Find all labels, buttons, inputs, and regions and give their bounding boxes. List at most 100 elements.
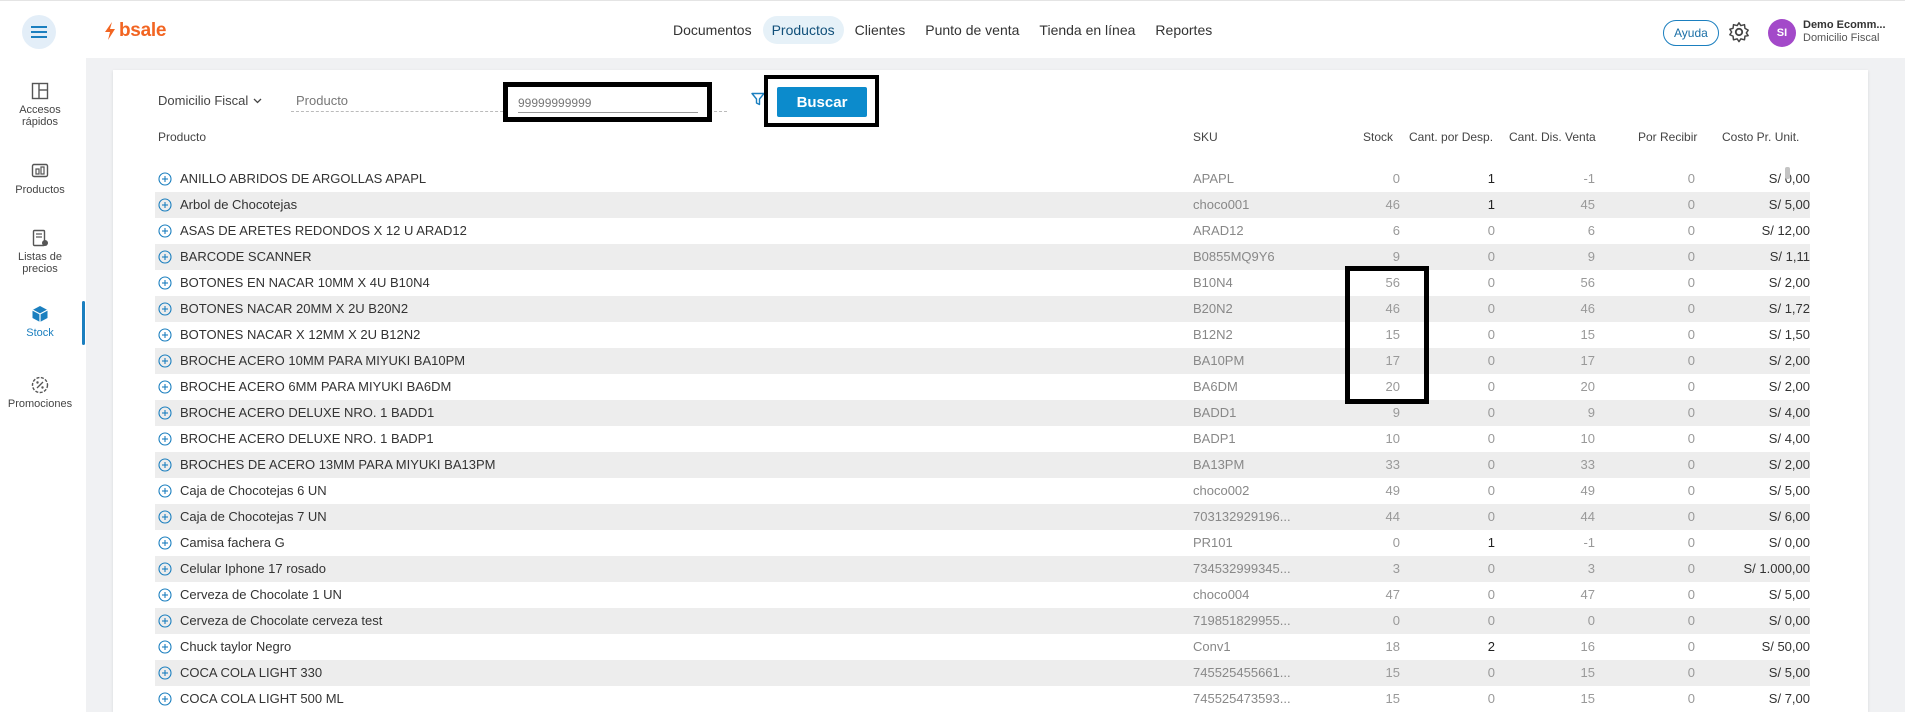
table-row[interactable]: Chuck taylor Negro Conv1 18 2 16 0 S/ 50,00: [155, 634, 1810, 660]
sidebar-item-accesos-rapidos[interactable]: Accesos rápidos: [0, 82, 80, 128]
scrollbar-thumb[interactable]: [1785, 167, 1790, 179]
sidebar-item-label: Listas de precios: [17, 251, 63, 275]
expand-plus-icon[interactable]: [158, 224, 172, 238]
expand-plus-icon[interactable]: [158, 458, 172, 472]
table-row[interactable]: BROCHE ACERO DELUXE NRO. 1 BADD1 BADD1 9 0 9…: [155, 400, 1810, 426]
user-branch: Domicilio Fiscal: [1803, 32, 1880, 44]
venta-value: 16: [1580, 639, 1595, 654]
table-row[interactable]: BROCHE ACERO 6MM PARA MIYUKI BA6DM BA6DM 2…: [155, 374, 1810, 400]
table-row[interactable]: ASAS DE ARETES REDONDOS X 12 U ARAD12 ARA…: [155, 218, 1810, 244]
product-sku: choco004: [1193, 587, 1250, 602]
cost-value: S/ 6,00: [1768, 509, 1810, 524]
cost-value: S/ 1,72: [1768, 301, 1810, 316]
expand-plus-icon[interactable]: [158, 302, 172, 316]
table-row[interactable]: Camisa fachera G PR101 0 1 -1 0 S/ 0,00: [155, 530, 1810, 556]
expand-plus-icon[interactable]: [158, 484, 172, 498]
venta-value: 46: [1580, 301, 1595, 316]
nav-tienda-en-linea[interactable]: Tienda en línea: [1030, 16, 1144, 44]
table-row[interactable]: BROCHE ACERO 10MM PARA MIYUKI BA10PM BA10…: [155, 348, 1810, 374]
table-row[interactable]: BROCHE ACERO DELUXE NRO. 1 BADP1 BADP1 10 0…: [155, 426, 1810, 452]
help-button[interactable]: Ayuda: [1663, 20, 1719, 46]
table-row[interactable]: Celular Iphone 17 rosado 734532999345... 3…: [155, 556, 1810, 582]
table-row[interactable]: Cerveza de Chocolate 1 UN choco004 47 0 47 0 S…: [155, 582, 1810, 608]
hamburger-icon: [31, 26, 47, 38]
top-bar: bsale Documentos Productos Clientes Punt…: [0, 0, 1905, 58]
stock-value: 47: [1385, 587, 1400, 602]
table-row[interactable]: Caja de Chocotejas 7 UN 703132929196... 44…: [155, 504, 1810, 530]
bsale-logo[interactable]: bsale: [104, 20, 166, 42]
expand-plus-icon[interactable]: [158, 640, 172, 654]
expand-plus-icon[interactable]: [158, 588, 172, 602]
header-sku: SKU: [1193, 130, 1218, 144]
venta-value: 49: [1580, 483, 1595, 498]
nav-documentos[interactable]: Documentos: [664, 16, 761, 44]
product-name: Cerveza de Chocolate 1 UN: [180, 587, 342, 602]
cost-value: S/ 1,11: [1769, 249, 1810, 264]
table-body: ANILLO ABRIDOS DE ARGOLLAS APAPL APAPL 0 1 -…: [155, 166, 1810, 712]
expand-plus-icon[interactable]: [158, 692, 172, 706]
expand-plus-icon[interactable]: [158, 276, 172, 290]
filter-icon[interactable]: [751, 92, 765, 106]
code-input[interactable]: [518, 93, 698, 113]
product-sku: PR101: [1193, 535, 1233, 550]
expand-plus-icon[interactable]: [158, 432, 172, 446]
product-name: BOTONES EN NACAR 10MM X 4U B10N4: [180, 275, 430, 290]
nav-reportes[interactable]: Reportes: [1146, 16, 1221, 44]
desp-value: 0: [1487, 327, 1495, 342]
cost-value: S/ 4,00: [1768, 431, 1810, 446]
expand-plus-icon[interactable]: [158, 614, 172, 628]
venta-value: 0: [1587, 613, 1595, 628]
table-row[interactable]: Caja de Chocotejas 6 UN choco002 49 0 49 0 S/ …: [155, 478, 1810, 504]
gear-icon[interactable]: [1728, 21, 1750, 43]
sidebar-item-listas-de-precios[interactable]: Listas de precios: [0, 229, 80, 275]
sidebar-item-label: Productos: [15, 184, 65, 196]
stock-box-icon: [32, 306, 48, 322]
desp-value: 0: [1487, 223, 1495, 238]
avatar[interactable]: SI: [1768, 19, 1796, 47]
table-row[interactable]: Arbol de Chocotejas choco001 46 1 45 0 S/ 5,00: [155, 192, 1810, 218]
expand-plus-icon[interactable]: [158, 198, 172, 212]
product-name: BROCHE ACERO 6MM PARA MIYUKI BA6DM: [180, 379, 452, 394]
expand-plus-icon[interactable]: [158, 250, 172, 264]
chevron-down-icon: [253, 98, 262, 103]
expand-plus-icon[interactable]: [158, 510, 172, 524]
sidebar-item-productos[interactable]: Productos: [0, 162, 80, 196]
product-name: COCA COLA LIGHT 330: [180, 665, 323, 680]
product-sku: choco001: [1193, 197, 1250, 212]
hamburger-menu-button[interactable]: [22, 15, 56, 49]
expand-plus-icon[interactable]: [158, 536, 172, 550]
expand-plus-icon[interactable]: [158, 666, 172, 680]
expand-plus-icon[interactable]: [158, 406, 172, 420]
expand-plus-icon[interactable]: [158, 380, 172, 394]
location-dropdown[interactable]: Domicilio Fiscal: [158, 93, 262, 108]
nav-punto-de-venta[interactable]: Punto de venta: [916, 16, 1028, 44]
search-button[interactable]: Buscar: [777, 87, 867, 117]
product-sku: BA6DM: [1193, 379, 1238, 394]
table-row[interactable]: BOTONES NACAR 20MM X 2U B20N2 B20N2 46 0 46 0…: [155, 296, 1810, 322]
product-name: BROCHE ACERO 10MM PARA MIYUKI BA10PM: [180, 353, 466, 368]
stock-value: 17: [1385, 353, 1400, 368]
user-info[interactable]: Demo Ecomm... Domicilio Fiscal: [1803, 19, 1886, 45]
cost-value: S/ 2,00: [1768, 275, 1810, 290]
expand-plus-icon[interactable]: [158, 328, 172, 342]
code-input-highlight: [503, 82, 712, 122]
venta-value: 56: [1580, 275, 1595, 290]
table-row[interactable]: BROCHES DE ACERO 13MM PARA MIYUKI BA13PM…: [155, 452, 1810, 478]
table-row[interactable]: BOTONES EN NACAR 10MM X 4U B10N4 B10N4 56 0…: [155, 270, 1810, 296]
sidebar-item-stock[interactable]: Stock: [0, 305, 80, 339]
table-row[interactable]: BOTONES NACAR X 12MM X 2U B12N2 B12N2 15 0 1…: [155, 322, 1810, 348]
expand-plus-icon[interactable]: [158, 354, 172, 368]
expand-plus-icon[interactable]: [158, 562, 172, 576]
stock-value: 0: [1392, 171, 1400, 186]
stock-value: 15: [1385, 327, 1400, 342]
sidebar-item-promociones[interactable]: Promociones: [0, 376, 80, 410]
nav-productos[interactable]: Productos: [762, 16, 844, 44]
table-row[interactable]: COCA COLA LIGHT 500 ML 745525473593... 15 0…: [155, 686, 1810, 712]
table-row[interactable]: BARCODE SCANNER B0855MQ9Y6 9 0 9 0 S/ 1,11: [155, 244, 1810, 270]
table-row[interactable]: ANILLO ABRIDOS DE ARGOLLAS APAPL APAPL 0 1 -…: [155, 166, 1810, 192]
nav-clientes[interactable]: Clientes: [846, 16, 915, 44]
table-row[interactable]: Cerveza de Chocolate cerveza test 7198518…: [155, 608, 1810, 634]
sidebar-active-indicator: [82, 301, 85, 345]
table-row[interactable]: COCA COLA LIGHT 330 745525455661... 15 0 15 0…: [155, 660, 1810, 686]
expand-plus-icon[interactable]: [158, 172, 172, 186]
